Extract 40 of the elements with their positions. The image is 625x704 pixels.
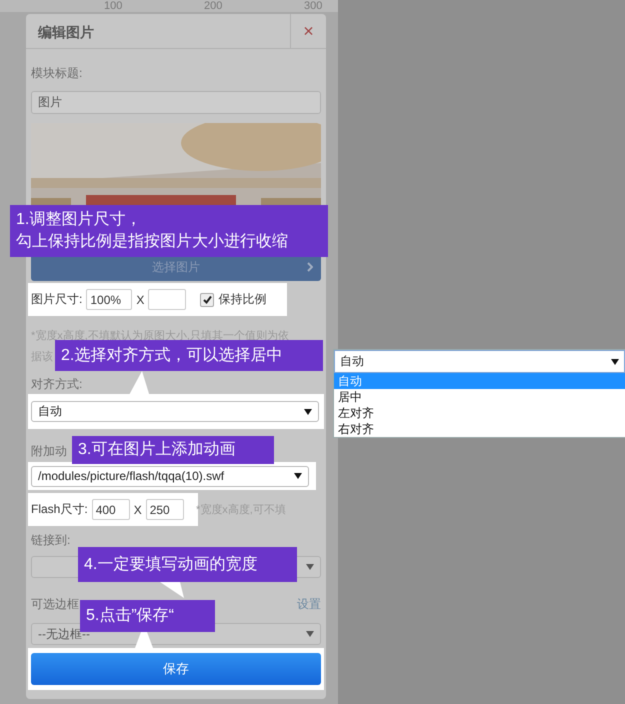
dropdown-option[interactable]: 居中: [334, 389, 625, 405]
instruction-tooltip: 4.一定要填写动画的宽度: [78, 547, 297, 582]
ruler-label: 300: [304, 0, 322, 13]
title-field[interactable]: 图片: [31, 91, 321, 114]
field-label: 模块标题:: [31, 65, 82, 81]
caret-icon: [611, 358, 619, 364]
checkbox-label: 保持比例: [218, 291, 266, 308]
checkbox[interactable]: [200, 292, 214, 306]
dropdown-option[interactable]: 左对齐: [334, 405, 625, 421]
instruction-tooltip: 1.调整图片尺寸， 勾上保持比例是指按图片大小进行收缩: [10, 205, 328, 257]
animation-select[interactable]: /modules/picture/flash/tqqa(10).swf: [31, 466, 309, 486]
field-label: 可选边框: [31, 596, 79, 613]
align-select[interactable]: 自动: [31, 401, 319, 422]
separator: X: [136, 292, 144, 306]
chevron-icon: [307, 262, 313, 272]
ruler-label: 200: [204, 0, 222, 13]
field-label: 图片尺寸:: [31, 291, 82, 308]
instruction-tooltip: 5.点击”保存“: [80, 600, 215, 632]
field-label: 对齐方式:: [31, 376, 82, 392]
close-button[interactable]: ×: [290, 14, 326, 48]
field-label: Flash尺寸:: [31, 501, 88, 518]
ruler-label: 100: [104, 0, 122, 13]
height-field[interactable]: [148, 289, 186, 310]
instruction-tooltip: 2.选择对齐方式，可以选择居中: [55, 340, 323, 371]
field-label: 附加动: [31, 443, 67, 459]
width-field[interactable]: 400: [92, 499, 130, 520]
save-button[interactable]: 保存: [31, 653, 321, 685]
dialog-title: 编辑图片: [36, 23, 95, 42]
dropdown-select[interactable]: 自动: [334, 350, 625, 373]
dropdown-option[interactable]: 右对齐: [334, 421, 625, 437]
caret-icon: [294, 473, 302, 479]
callout-pointer: [160, 582, 184, 598]
caret-icon: [306, 564, 314, 570]
caret-icon: [304, 408, 312, 414]
caret-icon: [306, 631, 314, 637]
width-field[interactable]: 100%: [86, 289, 132, 310]
instruction-tooltip: 3.可在图片上添加动画: [72, 436, 274, 464]
separator: X: [134, 502, 142, 516]
field-label: 链接到:: [31, 532, 70, 548]
height-field[interactable]: 250: [146, 499, 184, 520]
